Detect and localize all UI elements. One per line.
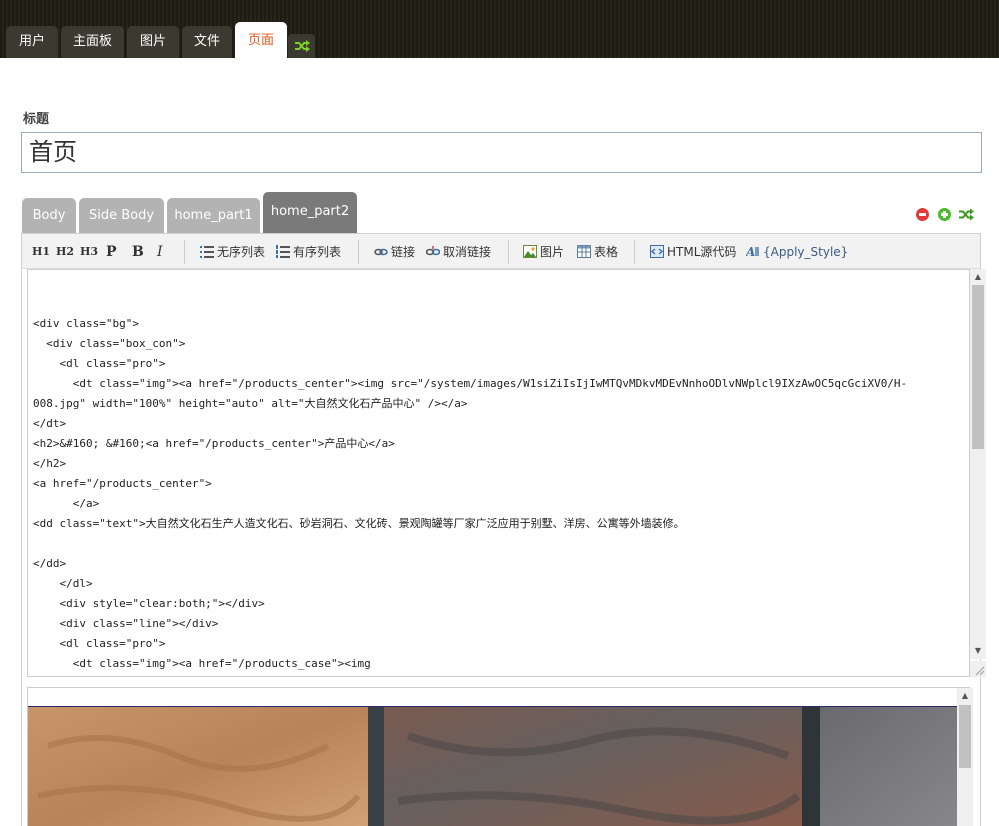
code-line: <dt class="img"><a href="/products_case"…	[33, 657, 371, 670]
h3-button[interactable]: H3	[80, 244, 98, 260]
code-line: <div class="line"></div>	[33, 617, 219, 630]
unordered-list-button[interactable]: 无序列表	[200, 244, 265, 260]
image-button[interactable]: 图片	[523, 244, 564, 260]
html-source-button[interactable]: HTML源代码	[650, 244, 736, 260]
paragraph-button[interactable]: P	[106, 244, 117, 260]
table-button[interactable]: 表格	[577, 244, 618, 260]
shuffle-icon	[294, 40, 310, 52]
html-source-icon	[650, 245, 664, 258]
svg-text:A: A	[746, 245, 755, 258]
part-tab-body[interactable]: Body	[22, 198, 76, 234]
link-button[interactable]: 链接	[374, 244, 415, 260]
code-line: <dt class="img"><a href="/products_cente…	[33, 377, 908, 390]
part-tab-side-body[interactable]: Side Body	[79, 198, 164, 234]
resize-handle-icon[interactable]	[970, 661, 986, 677]
preview-pane	[27, 687, 970, 826]
code-scrollbar[interactable]: ▲ ▼	[970, 269, 986, 659]
tab-files[interactable]: 文件	[182, 26, 232, 58]
scrollbar-thumb[interactable]	[972, 285, 984, 449]
unlink-button[interactable]: 取消链接	[426, 244, 491, 260]
tab-dashboard[interactable]: 主面板	[61, 26, 124, 58]
stone-wall-image	[28, 706, 969, 826]
tab-pages[interactable]: 页面	[235, 22, 287, 58]
title-label: 标题	[23, 112, 50, 127]
code-lines: <div class="bg"> <div class="box_con"> <…	[33, 314, 907, 674]
ordered-list-icon	[276, 245, 290, 258]
remove-icon[interactable]	[916, 208, 929, 221]
code-line: <div style="clear:both;"></div>	[33, 597, 265, 610]
italic-button[interactable]: I	[157, 244, 163, 260]
code-line: <a href="/products_center">	[33, 477, 212, 490]
shuffle-tab-button[interactable]	[288, 34, 315, 58]
image-icon	[523, 245, 537, 258]
code-line: <dl class="pro">	[33, 637, 166, 650]
preview-scrollbar[interactable]: ▲	[957, 688, 973, 826]
code-line: <dd class="text">大自然文化石生产人造文化石、砂岩洞石、文化砖、…	[33, 517, 685, 530]
part-tab-home-part2[interactable]: home_part2	[263, 192, 357, 234]
code-line: <div class="bg">	[33, 317, 139, 330]
tab-users[interactable]: 用户	[6, 26, 58, 58]
code-line: <dl class="pro">	[33, 357, 166, 370]
code-editor[interactable]: <div class="bg"> <div class="box_con"> <…	[27, 269, 970, 677]
editor-toolbar: H1 H2 H3 P B I 无序列表 有序列表 链接 取消链接 图片 表格 H…	[22, 234, 980, 269]
scroll-down-icon[interactable]: ▼	[970, 643, 986, 659]
code-line: 008.jpg" width="100%" height="auto" alt=…	[33, 397, 468, 410]
tab-images[interactable]: 图片	[127, 26, 179, 58]
h2-button[interactable]: H2	[56, 244, 74, 260]
apply-style-icon: A	[746, 245, 759, 258]
code-line: </dl>	[33, 577, 93, 590]
scrollbar-thumb[interactable]	[959, 705, 971, 768]
toolbar-separator	[358, 240, 359, 264]
add-icon[interactable]	[938, 208, 951, 221]
code-line: <div class="box_con">	[33, 337, 186, 350]
code-line: </a>	[33, 497, 100, 510]
scroll-up-icon[interactable]: ▲	[957, 688, 973, 704]
toolbar-separator	[634, 240, 635, 264]
apply-style-button[interactable]: A {Apply_Style}	[746, 244, 848, 260]
link-icon	[374, 248, 388, 256]
part-tab-home-part1[interactable]: home_part1	[167, 198, 260, 234]
toolbar-separator	[184, 240, 185, 264]
ordered-list-button[interactable]: 有序列表	[276, 244, 341, 260]
scroll-up-icon[interactable]: ▲	[970, 269, 986, 285]
toolbar-separator	[508, 240, 509, 264]
code-line: </dd>	[33, 557, 67, 570]
table-icon	[577, 245, 591, 258]
unlink-icon	[426, 246, 440, 256]
code-line: <h2>&#160; &#160;<a href="/products_cent…	[33, 437, 395, 450]
code-line: </h2>	[33, 457, 67, 470]
code-line: </dt>	[33, 417, 67, 430]
title-input[interactable]: 首页	[21, 132, 982, 173]
bold-button[interactable]: B	[132, 244, 144, 260]
h1-button[interactable]: H1	[32, 244, 50, 260]
shuffle-icon[interactable]	[958, 208, 974, 221]
unordered-list-icon	[200, 246, 214, 258]
